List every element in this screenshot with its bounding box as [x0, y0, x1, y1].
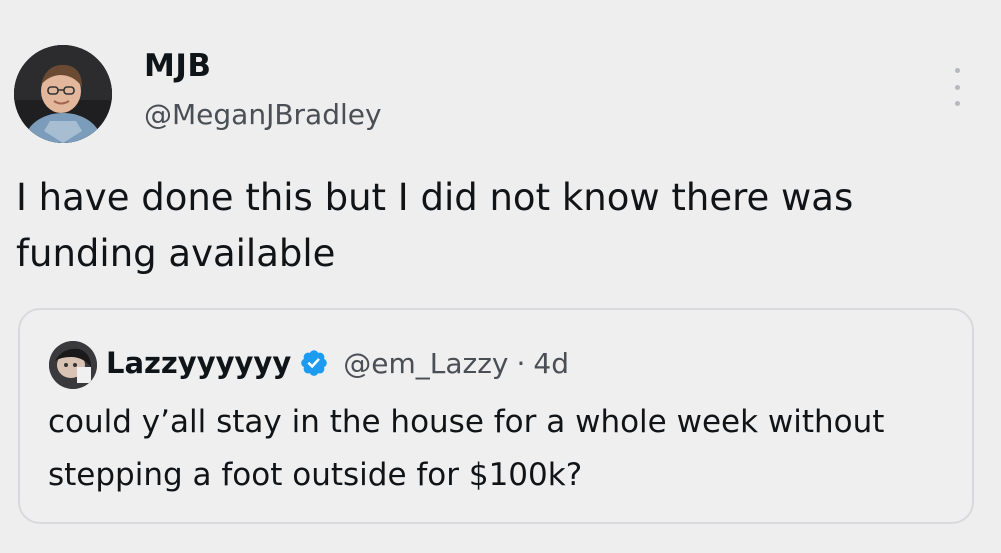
- tweet-text: I have done this but I did not know ther…: [16, 176, 854, 275]
- quoted-author-avatar[interactable]: [49, 341, 97, 389]
- more-vertical-icon: [954, 68, 960, 73]
- quoted-author-handle[interactable]: @em_Lazzy: [343, 347, 508, 380]
- quoted-tweet-card[interactable]: Lazzyyyyyy @em_Lazzy · 4d could y’all st…: [18, 308, 974, 524]
- quoted-tweet-header: Lazzyyyyyy @em_Lazzy · 4d: [106, 340, 569, 386]
- more-vertical-icon-dot: [954, 84, 960, 90]
- quoted-author-display-name[interactable]: Lazzyyyyyy: [106, 346, 291, 380]
- more-vertical-icon-dot: [954, 101, 960, 106]
- quoted-tweet-timestamp[interactable]: 4d: [533, 347, 569, 380]
- more-options-button[interactable]: [944, 68, 970, 106]
- tweet-card: MJB @MeganJBradley I have done this but …: [0, 0, 1001, 553]
- user-avatar-icon: [49, 341, 97, 389]
- author-handle[interactable]: @MeganJBradley: [144, 98, 382, 131]
- verified-badge-icon: [301, 350, 328, 376]
- separator-dot: ·: [516, 346, 526, 380]
- user-avatar-icon: [14, 45, 112, 143]
- author-avatar[interactable]: [14, 45, 112, 143]
- author-display-name[interactable]: MJB: [144, 48, 212, 84]
- quoted-tweet-text: could y’all stay in the house for a whol…: [48, 404, 885, 493]
